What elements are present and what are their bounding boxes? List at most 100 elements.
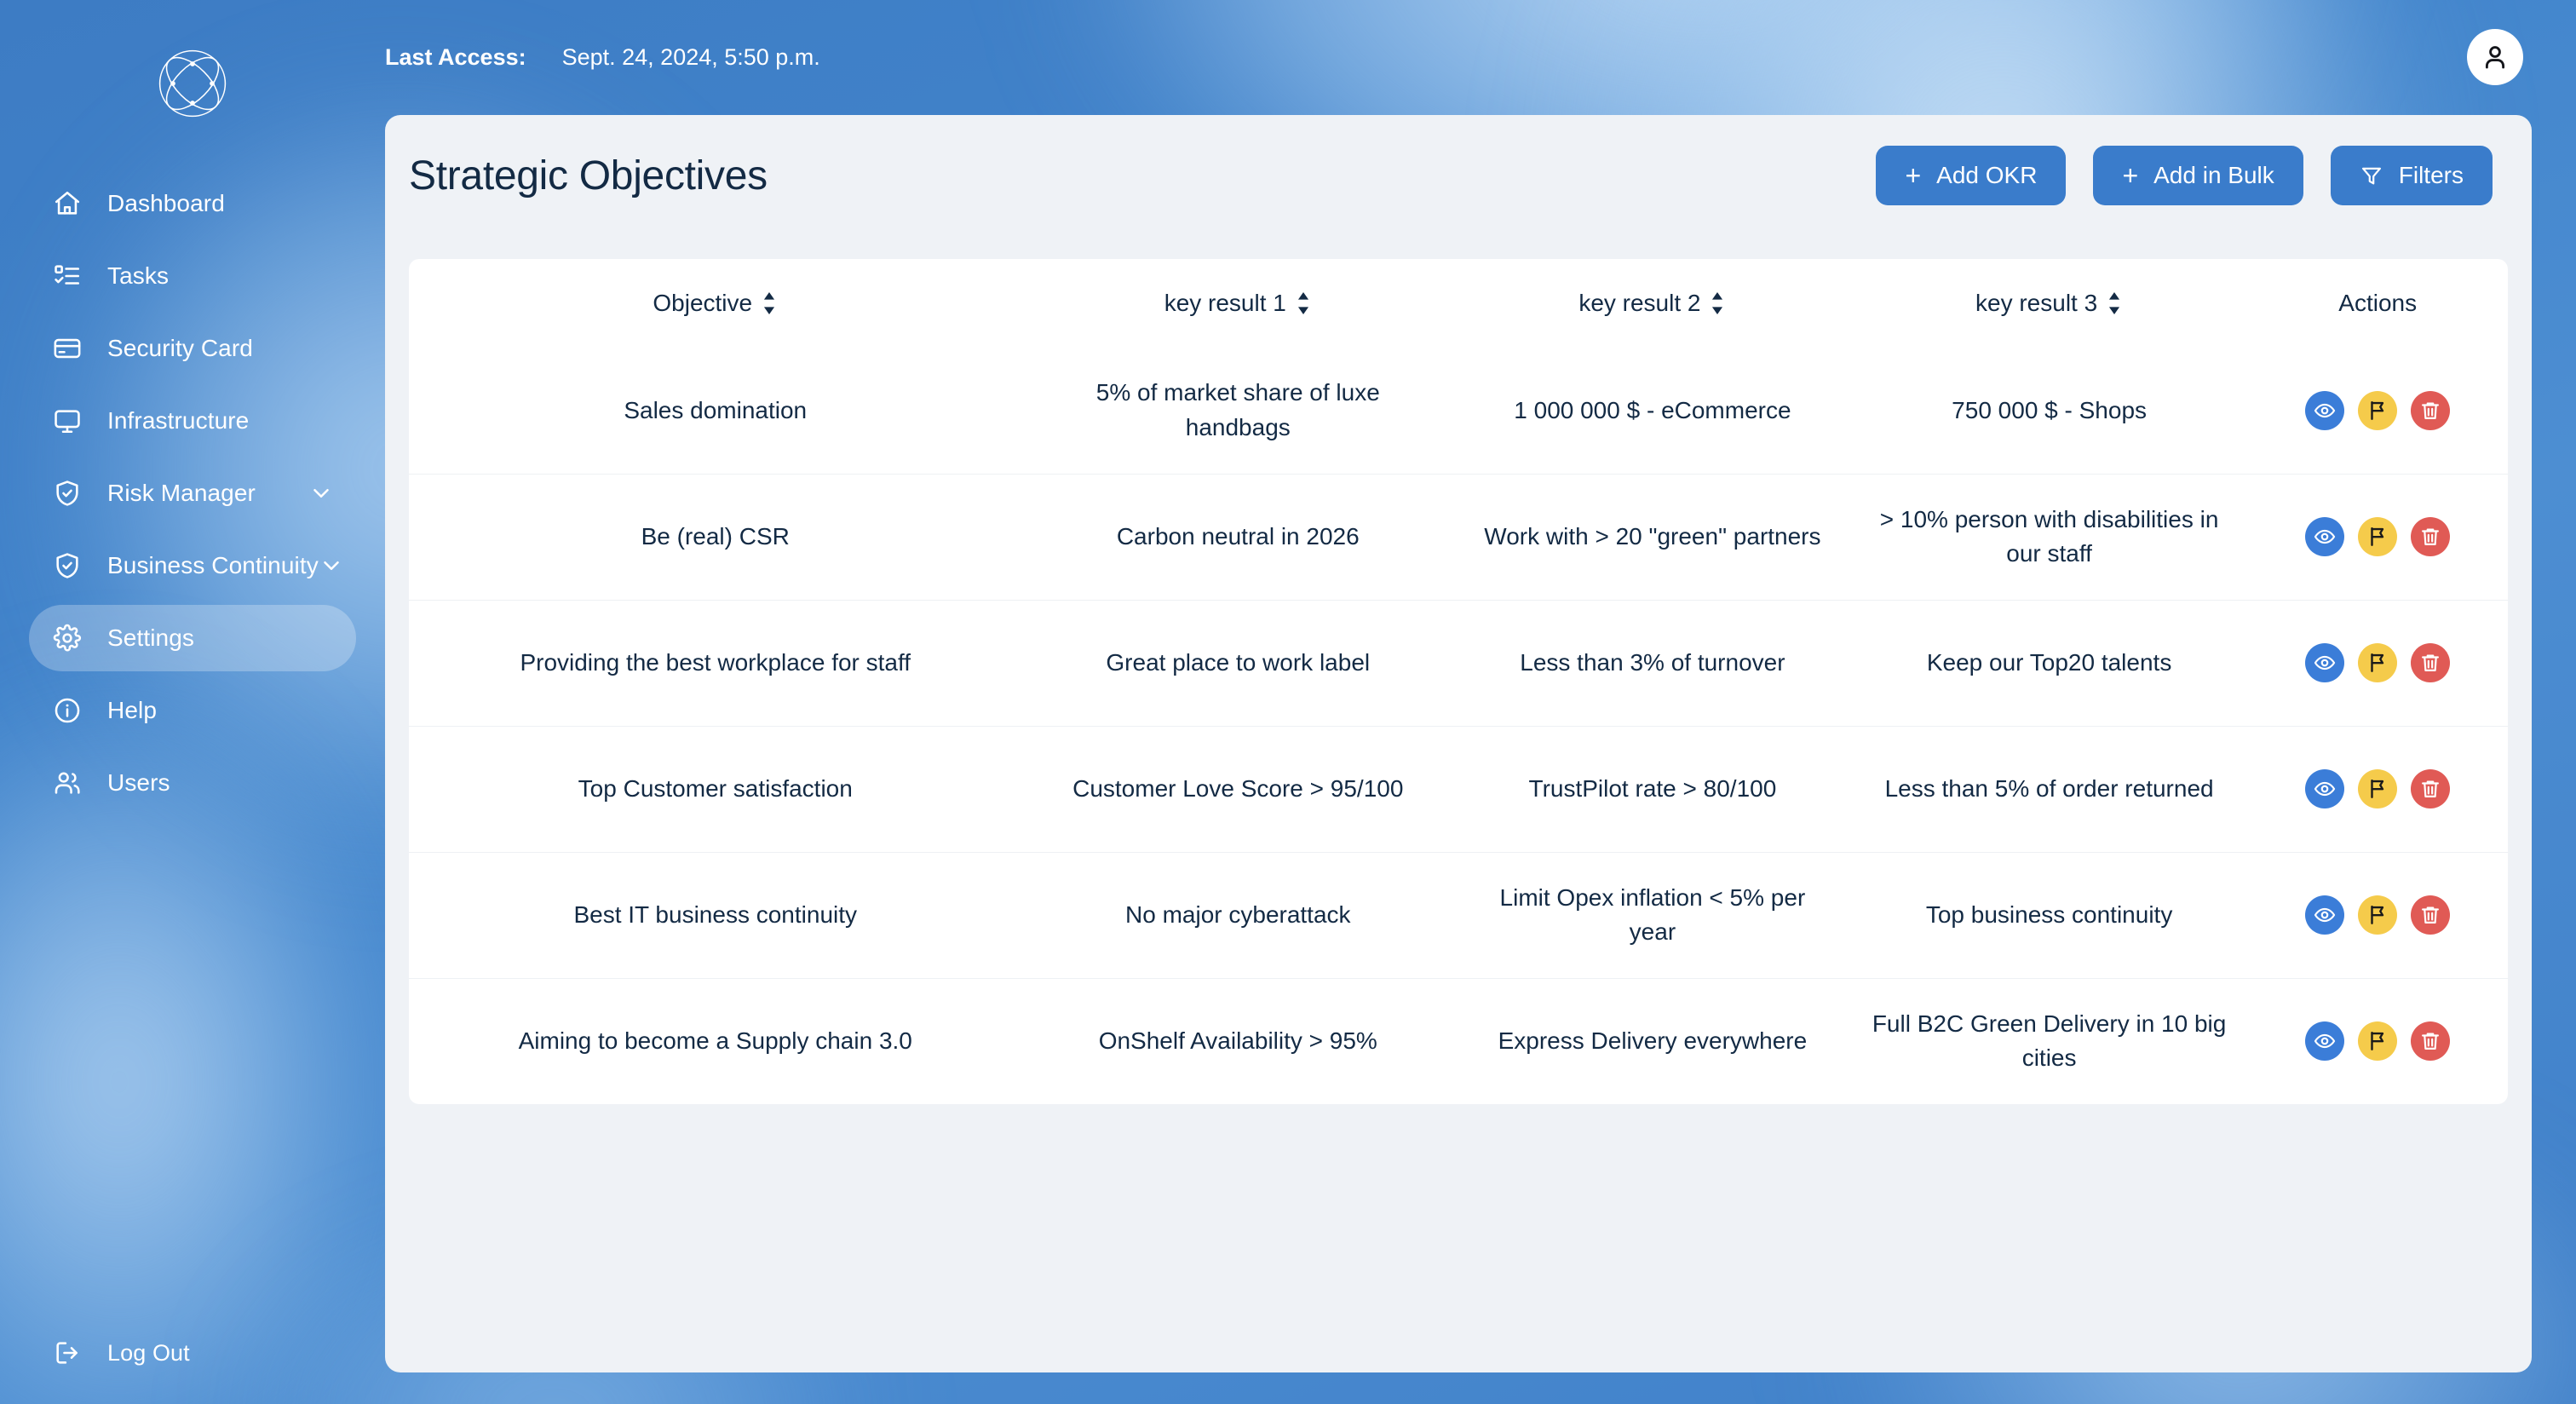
flag-icon	[2366, 652, 2389, 674]
sidebar-item-help[interactable]: Help	[29, 677, 356, 744]
table-body: Sales domination 5% of market share of lu…	[409, 348, 2508, 1104]
column-label: Actions	[2338, 290, 2418, 316]
eye-icon	[2314, 652, 2336, 674]
cell-kr2: TrustPilot rate > 80/100	[1454, 725, 1851, 852]
cell-kr1: Customer Love Score > 95/100	[1021, 725, 1455, 852]
topbar: Last Access: Sept. 24, 2024, 5:50 p.m.	[385, 0, 2576, 115]
sort-icon[interactable]	[2106, 292, 2123, 314]
trash-icon	[2419, 1030, 2441, 1052]
cell-kr1: Great place to work label	[1021, 599, 1455, 726]
sidebar-item-label: Infrastructure	[107, 407, 250, 434]
delete-action[interactable]	[2411, 390, 2451, 430]
view-action[interactable]	[2305, 517, 2345, 556]
sidebar-item-business-continuity[interactable]: Business Continuity	[29, 532, 356, 599]
sidebar: Dashboard Tasks Security Card Infrastruc…	[0, 0, 385, 1404]
table-head: Objective key result 1 key result 2 key …	[409, 259, 2508, 348]
view-action[interactable]	[2305, 769, 2345, 808]
delete-action[interactable]	[2411, 517, 2451, 556]
gear-icon	[49, 620, 85, 656]
add-okr-button[interactable]: + Add OKR	[1876, 146, 2067, 205]
cell-kr1: 5% of market share of luxe handbags	[1095, 379, 1380, 440]
cell-kr3: 750 000 $ - Shops	[1952, 396, 2148, 423]
flag-action[interactable]	[2358, 517, 2398, 556]
view-action[interactable]	[2305, 1021, 2345, 1062]
sidebar-item-label: Security Card	[107, 335, 253, 361]
sidebar-item-label: Dashboard	[107, 190, 225, 216]
cell-kr1: OnShelf Availability > 95%	[1021, 977, 1455, 1104]
card-icon	[49, 331, 85, 366]
sidebar-item-dashboard[interactable]: Dashboard	[29, 170, 356, 237]
flag-action[interactable]	[2358, 390, 2398, 430]
sidebar-item-label: Tasks	[107, 262, 170, 289]
column-header-key-result-1[interactable]: key result 1	[1021, 259, 1454, 348]
column-header-objective[interactable]: Objective	[409, 259, 1021, 348]
cell-objective: Sales domination	[624, 396, 808, 423]
plus-icon: +	[1905, 160, 1922, 191]
last-access-label: Last Access:	[385, 44, 526, 70]
sort-icon[interactable]	[1709, 292, 1726, 314]
view-action[interactable]	[2305, 895, 2345, 935]
view-action[interactable]	[2305, 390, 2345, 430]
column-header-key-result-2[interactable]: key result 2	[1454, 259, 1851, 348]
brand-network-logo	[158, 49, 227, 118]
shield-check-icon	[49, 475, 85, 511]
flag-action[interactable]	[2358, 1021, 2398, 1062]
trash-icon	[2419, 778, 2441, 800]
flag-icon	[2366, 400, 2389, 422]
cell-kr2: Work with > 20 "green" partners	[1454, 473, 1851, 600]
sidebar-item-tasks[interactable]: Tasks	[29, 243, 356, 309]
trash-icon	[2419, 400, 2441, 422]
sidebar-item-infrastructure[interactable]: Infrastructure	[29, 388, 356, 454]
cell-actions	[2247, 599, 2508, 726]
eye-icon	[2314, 400, 2336, 422]
cell-kr1: No major cyberattack	[1021, 851, 1455, 978]
tasklist-icon	[49, 258, 85, 294]
user-avatar-icon	[2485, 46, 2505, 69]
sidebar-item-risk-manager[interactable]: Risk Manager	[29, 460, 356, 526]
flag-action[interactable]	[2358, 895, 2398, 935]
table-row: Providing the best workplace for staff Gr…	[409, 599, 2508, 726]
sidebar-item-users[interactable]: Users	[29, 750, 356, 816]
cell-objective: Best IT business continuity	[409, 851, 1022, 978]
shield-check-icon	[49, 548, 85, 584]
eye-icon	[2314, 778, 2336, 800]
main-panel: Strategic Objectives + Add OKR + Add in …	[385, 115, 2532, 1372]
column-label: Objective	[653, 290, 753, 316]
cell-kr3: Less than 5% of order returned	[1850, 725, 2248, 852]
chevron-down-icon[interactable]	[307, 479, 336, 508]
cell-actions	[2247, 348, 2508, 474]
sidebar-nav: Dashboard Tasks Security Card Infrastruc…	[0, 170, 385, 822]
logout-button[interactable]: Log Out	[29, 1325, 210, 1381]
flag-action[interactable]	[2358, 769, 2398, 808]
flag-action[interactable]	[2358, 643, 2398, 682]
cell-kr1: Carbon neutral in 2026	[1021, 473, 1455, 600]
delete-action[interactable]	[2411, 1021, 2451, 1062]
sidebar-item-settings[interactable]: Settings	[29, 605, 356, 671]
sort-icon[interactable]	[761, 292, 778, 314]
cell-objective: Providing the best workplace for staff	[409, 599, 1022, 726]
brand-logo[interactable]	[0, 43, 385, 124]
objectives-table-card: Objective key result 1 key result 2 key …	[409, 259, 2508, 1104]
avatar[interactable]	[2467, 29, 2523, 85]
delete-action[interactable]	[2411, 643, 2451, 682]
monitor-icon	[49, 403, 85, 439]
plus-icon: +	[2122, 160, 2139, 191]
add-in-bulk-button[interactable]: + Add in Bulk	[2093, 146, 2303, 205]
cell-objective: Aiming to become a Supply chain 3.0	[409, 977, 1022, 1104]
cell-kr3: Top business continuity	[1850, 851, 2248, 978]
filters-button[interactable]: Filters	[2330, 146, 2493, 205]
table-header-row: Objective key result 1 key result 2 key …	[409, 259, 2508, 348]
sort-icon[interactable]	[1295, 292, 1312, 314]
sidebar-item-security-card[interactable]: Security Card	[29, 315, 356, 382]
delete-action[interactable]	[2411, 895, 2451, 935]
chevron-down-icon[interactable]	[319, 551, 344, 580]
column-label: key result 1	[1164, 290, 1286, 316]
row-actions	[2268, 517, 2487, 556]
view-action[interactable]	[2305, 643, 2345, 682]
row-actions	[2268, 1021, 2487, 1062]
panel-header: Strategic Objectives + Add OKR + Add in …	[385, 115, 2532, 236]
cell-kr2: Express Delivery everywhere	[1454, 977, 1851, 1104]
column-header-key-result-3[interactable]: key result 3	[1851, 259, 2248, 348]
table-row: Best IT business continuity No major cybe…	[409, 851, 2508, 978]
delete-action[interactable]	[2411, 769, 2451, 808]
